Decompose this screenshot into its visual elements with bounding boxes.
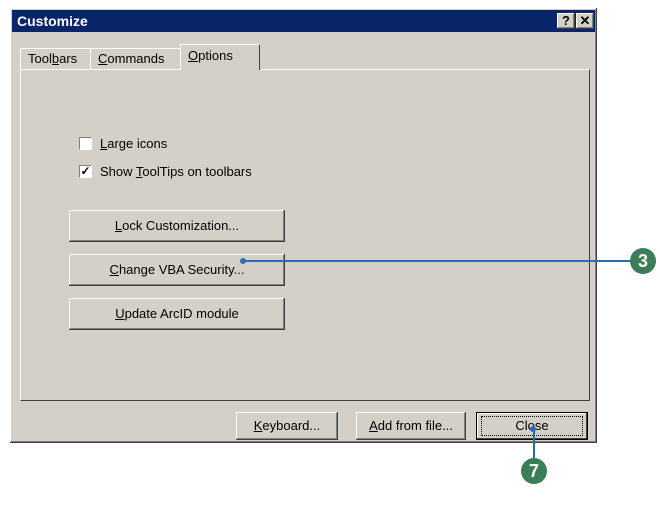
keyboard-button[interactable]: Keyboard... (236, 412, 338, 440)
large-icons-checkbox[interactable] (79, 136, 92, 150)
customize-dialog: Customize ? ✕ Toolbars Commands Options … (10, 8, 597, 443)
help-button[interactable]: ? (557, 13, 575, 29)
tab-toolbars[interactable]: Toolbars (20, 48, 100, 69)
large-icons-label: Large icons (100, 135, 168, 151)
show-tooltips-checkbox[interactable]: ✓ (79, 164, 92, 178)
dialog-title: Customize (17, 13, 88, 29)
change-vba-security-button[interactable]: Change VBA Security... (69, 254, 285, 286)
large-icons-option[interactable]: Large icons (79, 134, 167, 152)
close-window-button[interactable]: ✕ (576, 13, 594, 29)
step-7-badge: 7 (521, 458, 547, 484)
show-tooltips-option[interactable]: ✓ Show ToolTips on toolbars (79, 162, 252, 180)
tab-commands[interactable]: Commands (90, 48, 188, 69)
title-bar[interactable]: Customize ? ✕ (12, 10, 595, 32)
callout-3-line (243, 260, 633, 262)
add-from-file-button[interactable]: Add from file... (356, 412, 466, 440)
lock-customization-button[interactable]: Lock Customization... (69, 210, 285, 242)
tab-options[interactable]: Options (180, 44, 260, 70)
update-arcid-module-button[interactable]: Update ArcID module (69, 298, 285, 330)
options-panel: Large icons ✓ Show ToolTips on toolbars … (20, 69, 590, 401)
show-tooltips-label: Show ToolTips on toolbars (100, 163, 252, 179)
step-3-badge: 3 (630, 248, 656, 274)
callout-7-line (533, 428, 535, 458)
